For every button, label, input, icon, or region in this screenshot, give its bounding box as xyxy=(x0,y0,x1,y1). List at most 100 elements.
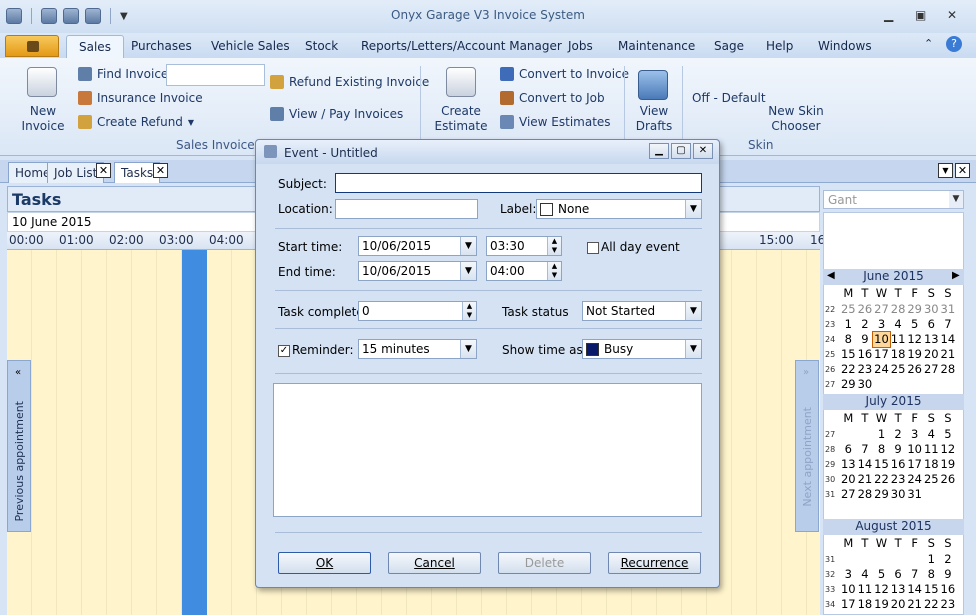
calendar-day[interactable]: 15 xyxy=(873,457,890,472)
previous-appointment-button[interactable]: « Previous appointment xyxy=(7,360,31,532)
calendar-day[interactable]: 1 xyxy=(873,427,890,442)
task-complete-input[interactable]: 0 ▲ ▼ xyxy=(358,301,477,321)
calendar-day[interactable]: 23 xyxy=(890,472,907,487)
view-mode-select[interactable]: Gant ▼ xyxy=(823,190,964,209)
calendar-day[interactable]: 4 xyxy=(857,567,874,582)
calendar-day[interactable]: 20 xyxy=(840,472,857,487)
restore-icon[interactable]: ▣ xyxy=(915,8,926,22)
close-document-icon[interactable]: ✕ xyxy=(955,163,970,178)
tab-maintenance[interactable]: Maintenance xyxy=(618,39,695,53)
skin-selector[interactable]: Off - Default xyxy=(692,91,766,105)
calendar-day[interactable]: 24 xyxy=(906,472,923,487)
calendar-day[interactable]: 6 xyxy=(890,567,907,582)
calendar-day[interactable]: 3 xyxy=(906,427,923,442)
calendar-day[interactable]: 16 xyxy=(890,457,907,472)
calendar-day[interactable]: 21 xyxy=(906,597,923,612)
close-tasks-icon[interactable]: ✕ xyxy=(153,163,168,178)
calendar-day[interactable]: 14 xyxy=(906,582,923,597)
calendar-day[interactable]: 12 xyxy=(906,332,923,347)
calendar-day[interactable]: 18 xyxy=(857,597,874,612)
calendar-day[interactable]: 6 xyxy=(840,442,857,457)
calendar-day[interactable]: 3 xyxy=(873,317,890,332)
dialog-maximize-icon[interactable]: ▢ xyxy=(671,143,691,159)
recurrence-button[interactable]: Recurrence xyxy=(608,552,701,574)
calendar-day[interactable]: 19 xyxy=(940,457,957,472)
calendar-day[interactable]: 17 xyxy=(906,457,923,472)
tab-list-icon[interactable]: ▼ xyxy=(938,163,953,178)
calendar-day[interactable]: 6 xyxy=(923,317,940,332)
calendar-day[interactable]: 27 xyxy=(923,362,940,377)
calendar-day[interactable]: 9 xyxy=(857,332,874,347)
calendar-day[interactable]: 5 xyxy=(906,317,923,332)
location-input[interactable] xyxy=(335,199,478,219)
dialog-close-icon[interactable]: ✕ xyxy=(693,143,713,159)
selected-time-slot[interactable] xyxy=(182,250,207,615)
calendar-day[interactable]: 25 xyxy=(840,302,857,317)
subject-input[interactable] xyxy=(335,173,702,193)
calendar-day[interactable]: 30 xyxy=(857,377,874,392)
all-day-checkbox[interactable] xyxy=(587,242,599,254)
tab-windows[interactable]: Windows xyxy=(818,39,872,53)
calendar-day[interactable]: 28 xyxy=(890,302,907,317)
calendar-day[interactable]: 23 xyxy=(857,362,874,377)
calendar-day[interactable]: 14 xyxy=(940,332,957,347)
tab-sage[interactable]: Sage xyxy=(714,39,744,53)
calendar-day[interactable]: 25 xyxy=(890,362,907,377)
spinner-icon[interactable]: ▲ ▼ xyxy=(547,237,561,255)
calendar-day[interactable]: 21 xyxy=(857,472,874,487)
calendar-day[interactable]: 27 xyxy=(873,302,890,317)
calendar-day[interactable]: 28 xyxy=(940,362,957,377)
task-status-select[interactable]: Not Started ▼ xyxy=(582,301,702,321)
calendar-day[interactable]: 28 xyxy=(857,487,874,502)
calendar-day[interactable]: 17 xyxy=(873,347,890,362)
calendar-day[interactable]: 22 xyxy=(923,597,940,612)
calendar-day[interactable]: 12 xyxy=(873,582,890,597)
close-icon[interactable]: ✕ xyxy=(947,8,957,22)
calendar-day[interactable]: 12 xyxy=(940,442,957,457)
new-invoice-button[interactable]: New Invoice xyxy=(8,104,78,134)
tab-reports[interactable]: Reports/Letters/Account Manager xyxy=(361,39,562,53)
calendar-day[interactable]: 10 xyxy=(872,331,891,348)
calendar-day[interactable]: 2 xyxy=(890,427,907,442)
next-appointment-button[interactable]: » Next appointment xyxy=(795,360,819,532)
calendar-day[interactable]: 16 xyxy=(940,582,957,597)
label-select[interactable]: None ▼ xyxy=(536,199,702,219)
start-time-input[interactable]: 03:30 ▲ ▼ xyxy=(486,236,562,256)
convert-job-button[interactable]: Convert to Job xyxy=(500,91,605,105)
ribbon-collapse-icon[interactable]: ⌃ xyxy=(924,37,933,50)
ok-button[interactable]: OK xyxy=(278,552,371,574)
calendar-day[interactable]: 1 xyxy=(923,552,940,567)
calendar-day[interactable]: 10 xyxy=(906,442,923,457)
calendar-day[interactable]: 22 xyxy=(840,362,857,377)
calendar-day[interactable]: 2 xyxy=(940,552,957,567)
delete-button[interactable]: Delete xyxy=(498,552,591,574)
insurance-invoice-button[interactable]: Insurance Invoice xyxy=(78,91,203,105)
calendar-day[interactable]: 15 xyxy=(840,347,857,362)
calendar-day[interactable]: 7 xyxy=(940,317,957,332)
calendar-day[interactable]: 26 xyxy=(857,302,874,317)
start-date-select[interactable]: 10/06/2015 ▼ xyxy=(358,236,477,256)
calendar-day[interactable]: 20 xyxy=(923,347,940,362)
calendar-day[interactable]: 18 xyxy=(923,457,940,472)
calendar-day[interactable]: 8 xyxy=(840,332,857,347)
prev-month-icon[interactable]: ◀ xyxy=(827,270,835,281)
calendar-day[interactable]: 4 xyxy=(923,427,940,442)
calendar-day[interactable]: 29 xyxy=(906,302,923,317)
help-icon[interactable]: ? xyxy=(946,36,962,52)
minimize-icon[interactable]: ▁ xyxy=(884,8,893,22)
calendar-day[interactable]: 22 xyxy=(873,472,890,487)
calendar-day[interactable]: 19 xyxy=(873,597,890,612)
calendar-day[interactable]: 24 xyxy=(873,362,890,377)
calendar-day[interactable]: 25 xyxy=(923,472,940,487)
view-pay-button[interactable]: View / Pay Invoices xyxy=(270,107,403,121)
calendar-day[interactable]: 8 xyxy=(923,567,940,582)
create-refund-button[interactable]: Create Refund ▼ xyxy=(78,115,194,129)
calendar-day[interactable]: 5 xyxy=(873,567,890,582)
calendar-day[interactable]: 27 xyxy=(840,487,857,502)
spinner-icon[interactable]: ▲ ▼ xyxy=(462,302,476,320)
calendar-day[interactable]: 15 xyxy=(923,582,940,597)
calendar-day[interactable]: 21 xyxy=(940,347,957,362)
find-invoice-input[interactable] xyxy=(166,64,265,86)
view-drafts-button[interactable]: View Drafts xyxy=(630,104,678,134)
calendar-day[interactable]: 11 xyxy=(923,442,940,457)
